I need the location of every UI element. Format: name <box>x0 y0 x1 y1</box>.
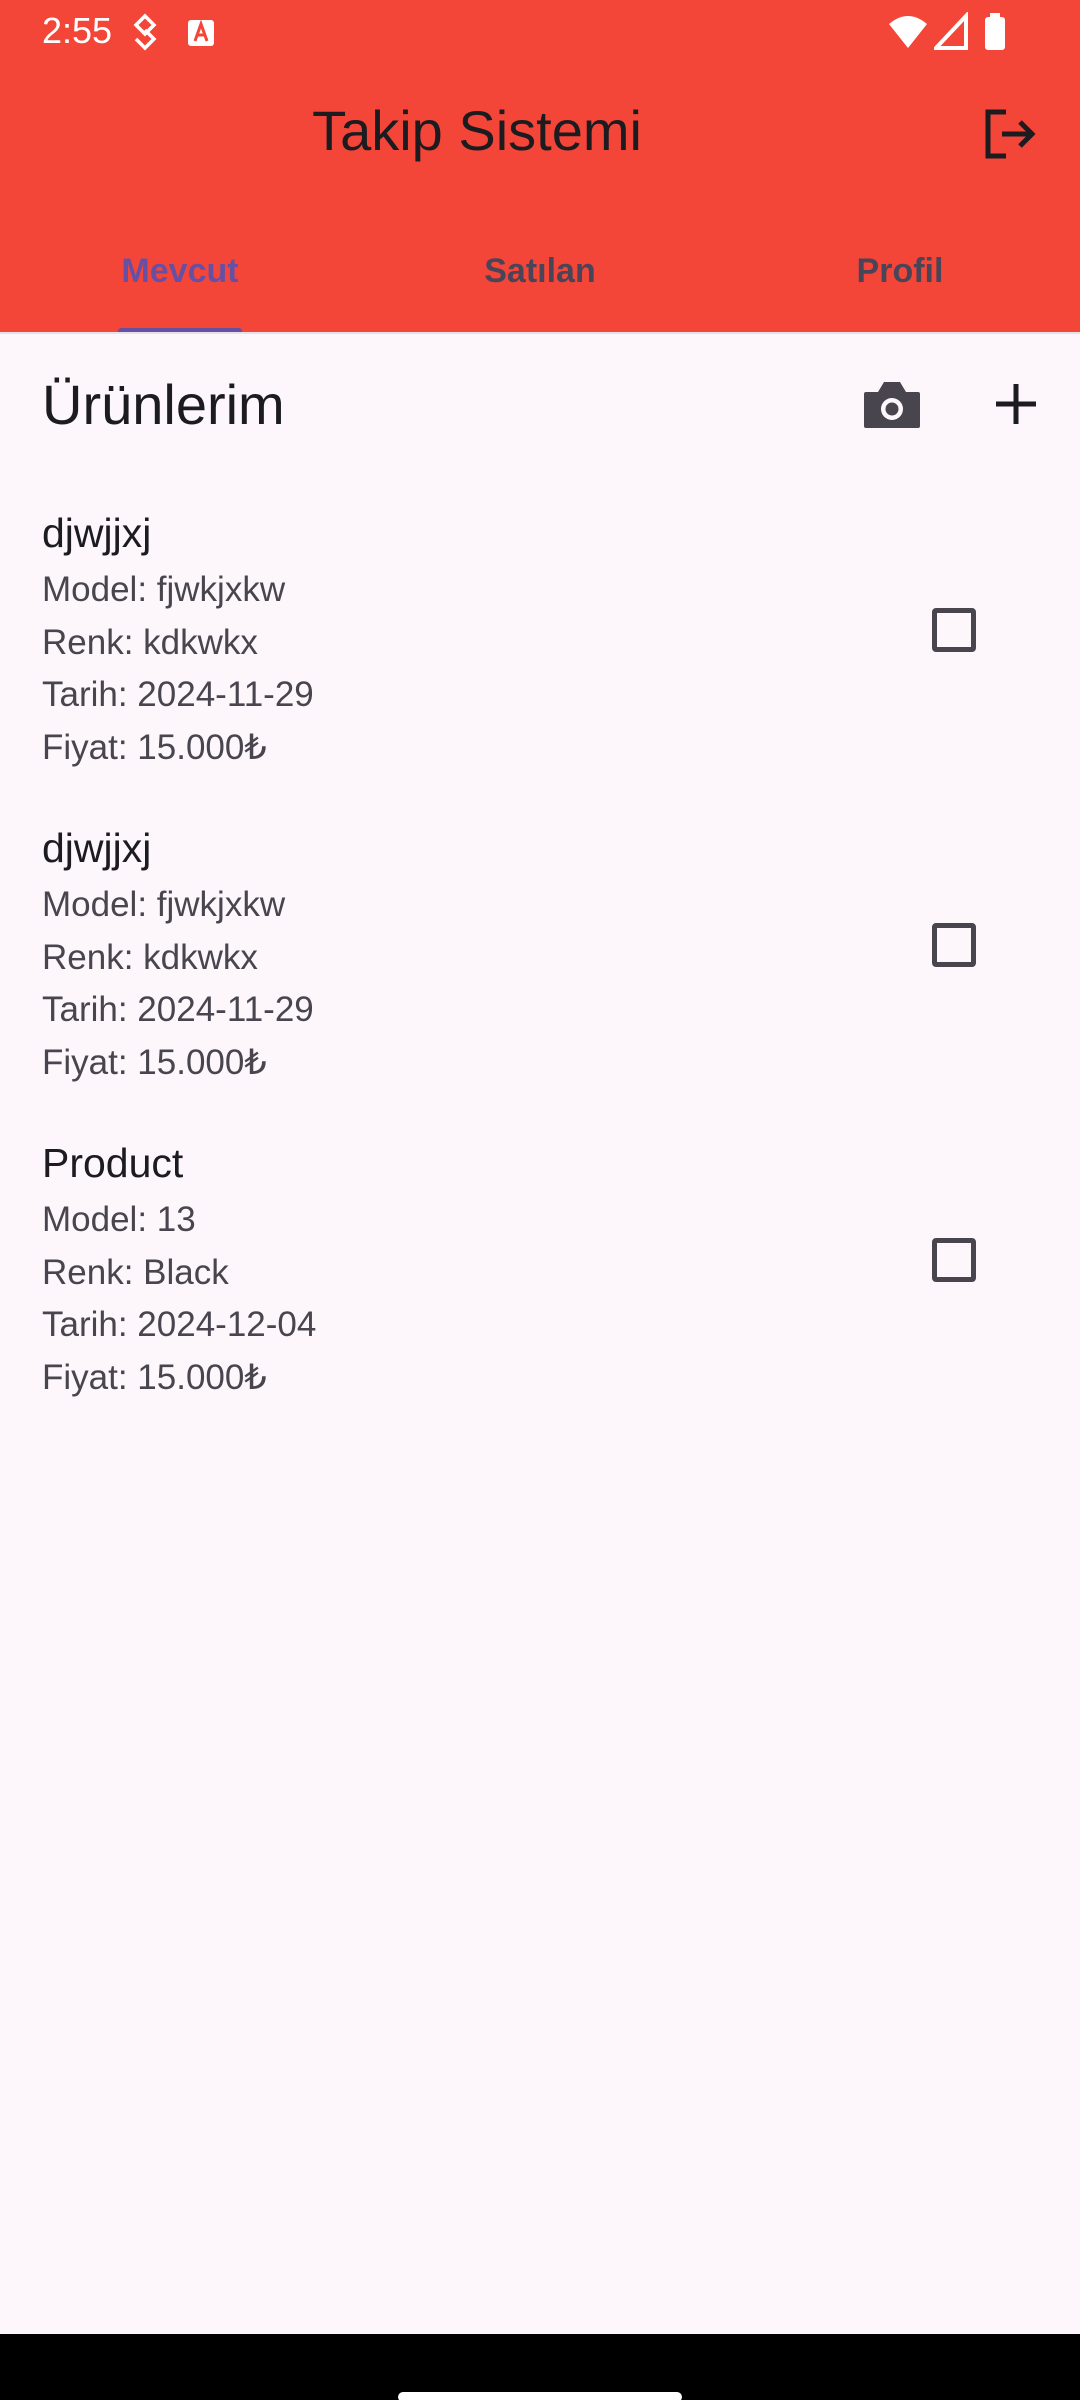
app-bar: 2:55 Takip Sistemi Mevcut Satılan Profil <box>0 0 1080 334</box>
signal-icon <box>931 10 968 55</box>
tab-satilan[interactable]: Satılan <box>360 236 720 333</box>
product-price: Fiyat: 15.000₺ <box>42 1043 267 1082</box>
add-icon <box>990 384 1042 434</box>
product-checkbox[interactable] <box>932 1238 976 1282</box>
product-color: Renk: Black <box>42 1253 229 1292</box>
home-gesture-handle[interactable] <box>398 2392 682 2400</box>
tab-mevcut[interactable]: Mevcut <box>0 236 360 333</box>
product-date: Tarih: 2024-11-29 <box>42 675 314 714</box>
section-title: Ürünlerim <box>42 373 285 436</box>
tab-bar: Mevcut Satılan Profil <box>0 236 1080 334</box>
list-item[interactable]: Product Model: 13 Renk: Black Tarih: 202… <box>0 1130 1080 1445</box>
product-name: Product <box>42 1140 184 1186</box>
product-list: djwjjxj Model: fjwkjxkw Renk: kdkwkx Tar… <box>0 500 1080 1445</box>
usb-debug-icon <box>130 12 160 57</box>
product-color: Renk: kdkwkx <box>42 938 258 977</box>
product-name: djwjjxj <box>42 825 152 871</box>
list-item[interactable]: djwjjxj Model: fjwkjxkw Renk: kdkwkx Tar… <box>0 815 1080 1130</box>
battery-icon <box>982 12 1008 57</box>
product-checkbox[interactable] <box>932 923 976 967</box>
product-price: Fiyat: 15.000₺ <box>42 1358 267 1397</box>
system-navigation-bar <box>0 2334 1080 2400</box>
status-bar: 2:55 <box>0 0 1080 64</box>
product-model: Model: 13 <box>42 1200 196 1239</box>
app-title: Takip Sistemi <box>312 99 642 162</box>
product-date: Tarih: 2024-11-29 <box>42 990 314 1029</box>
logout-button[interactable] <box>980 104 1052 168</box>
product-name: djwjjxj <box>42 510 152 556</box>
wifi-icon <box>888 12 928 55</box>
text-app-icon <box>186 12 216 57</box>
product-color: Renk: kdkwkx <box>42 623 258 662</box>
product-checkbox[interactable] <box>932 608 976 652</box>
status-time: 2:55 <box>42 10 113 51</box>
camera-button[interactable] <box>858 372 926 440</box>
product-price: Fiyat: 15.000₺ <box>42 728 267 767</box>
camera-icon <box>858 382 926 444</box>
tab-profil[interactable]: Profil <box>720 236 1080 333</box>
product-date: Tarih: 2024-12-04 <box>42 1305 317 1344</box>
add-product-button[interactable] <box>990 378 1042 430</box>
product-model: Model: fjwkjxkw <box>42 570 286 609</box>
product-model: Model: fjwkjxkw <box>42 885 286 924</box>
list-item[interactable]: djwjjxj Model: fjwkjxkw Renk: kdkwkx Tar… <box>0 500 1080 815</box>
logout-icon <box>980 109 1040 168</box>
tab-divider <box>0 332 1080 334</box>
